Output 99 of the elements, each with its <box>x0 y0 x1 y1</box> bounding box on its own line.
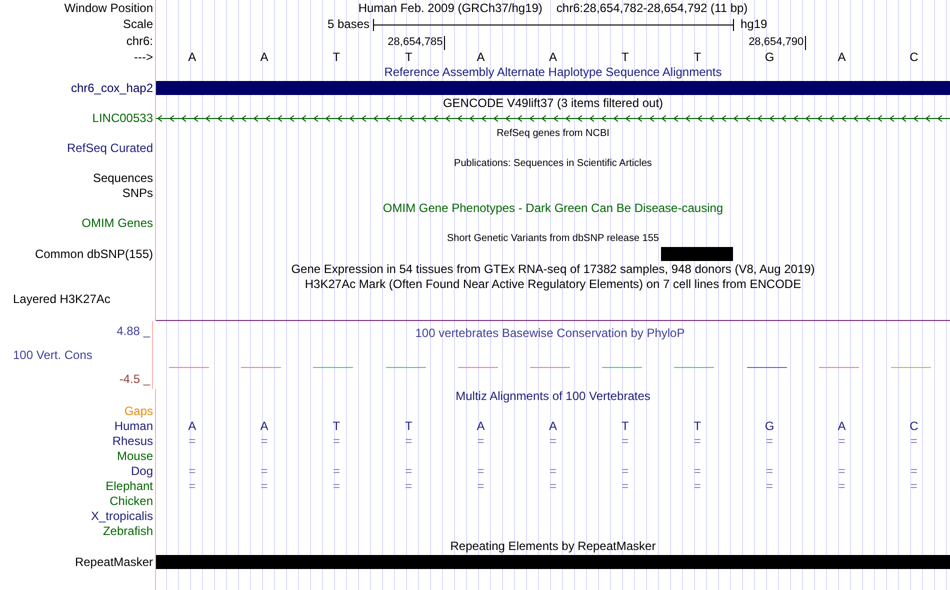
alignment-base: A <box>476 419 486 434</box>
alignment-base: = <box>765 434 774 449</box>
track-label[interactable]: Dog <box>130 464 153 479</box>
track-label[interactable]: Rhesus <box>112 434 153 449</box>
track-title: Gene Expression in 54 tissues from GTEx RNA-seq of 17382 samples, 948 donors (V8, Aug 2019) <box>291 262 815 277</box>
track-title: H3K27Ac Mark (Often Found Near Active Regulatory Elements) on 7 cell lines from ENCODE <box>304 277 802 292</box>
assembly-text: Human Feb. 2009 (GRCh37/hg19) <box>358 0 542 16</box>
alignment-base: = <box>837 464 846 479</box>
alignment-base: = <box>332 479 341 494</box>
track-label[interactable]: LINC00533 <box>92 111 153 126</box>
track-label[interactable]: Human <box>114 419 153 434</box>
alignment-base: = <box>765 464 774 479</box>
variant-block[interactable] <box>661 247 734 261</box>
base-letter: T <box>620 50 630 65</box>
alignment-base: C <box>908 419 920 434</box>
track-label[interactable]: Sequences <box>92 171 153 186</box>
alignment-base: = <box>692 434 702 449</box>
scale-text: 5 bases <box>327 17 370 32</box>
assembly-name: hg19 <box>740 17 768 32</box>
track-label[interactable]: RefSeq Curated <box>66 141 153 156</box>
alignment-base: = <box>404 434 414 449</box>
alignment-base: A <box>187 419 198 434</box>
alignment-base: = <box>837 434 846 449</box>
base-letter: A <box>259 50 270 65</box>
alignment-base: = <box>260 434 269 449</box>
track-label[interactable]: RepeatMasker <box>74 554 153 570</box>
alignment-base: = <box>692 464 702 479</box>
track-title: OMIM Gene Phenotypes - Dark Green Can Be Disease-causing <box>382 201 724 216</box>
axis-max: 4.88 _ <box>116 324 150 339</box>
track-label[interactable]: 100 Vert. Cons <box>0 348 150 363</box>
alignment-base: T <box>692 419 702 434</box>
alignment-base: = <box>909 464 918 479</box>
alignment-base: = <box>404 479 414 494</box>
alignment-base: = <box>692 479 702 494</box>
alignment-base: = <box>188 434 197 449</box>
track-title: RefSeq genes from NCBI <box>496 127 610 141</box>
alignment-base: = <box>404 464 414 479</box>
alignment-base: = <box>188 479 197 494</box>
track-label[interactable]: Chicken <box>110 494 153 509</box>
position-tick: 28,654,785 <box>388 36 445 50</box>
base-letter: A <box>548 50 558 65</box>
alignment-base: = <box>476 464 486 479</box>
base-letter: A <box>187 50 198 65</box>
track-title: Publications: Sequences in Scientific Articles <box>454 157 652 171</box>
row-label: ---> <box>134 50 153 65</box>
alignment-base: G <box>764 419 776 434</box>
track-title: GENCODE V49lift37 (3 items filtered out) <box>442 96 664 111</box>
alignment-base: = <box>909 434 918 449</box>
row-label: Window Position <box>64 0 153 16</box>
alignment-base: = <box>332 464 341 479</box>
position-tick: 28,654,790 <box>748 36 806 50</box>
alignment-bar[interactable] <box>156 81 950 95</box>
alignment-base: A <box>836 419 847 434</box>
track-title: Reference Assembly Alternate Haplotype Sequence Alignments <box>384 65 722 80</box>
track-label[interactable]: Layered H3K27Ac <box>0 292 153 307</box>
base-letter: G <box>764 50 776 65</box>
alignment-base: = <box>765 479 774 494</box>
track-label[interactable]: OMIM Genes <box>82 216 153 231</box>
alignment-base: = <box>909 479 918 494</box>
track-title: 100 vertebrates Basewise Conservation by PhyloP <box>415 326 685 340</box>
track-title: Short Genetic Variants from dbSNP release 155 <box>447 232 659 246</box>
row-label: Scale <box>122 17 153 32</box>
base-letter: C <box>908 50 920 65</box>
alignment-base: T <box>620 419 630 434</box>
position-range: chr6:28,654,782-28,654,792 (11 bp) <box>556 0 748 16</box>
track-label[interactable]: Common dbSNP(155) <box>34 246 153 262</box>
track-title: Multiz Alignments of 100 Vertebrates <box>456 389 650 404</box>
base-letter: T <box>332 50 342 65</box>
track-label[interactable]: SNPs <box>122 186 153 201</box>
alignment-base: = <box>188 464 197 479</box>
axis-min: -4.5 _ <box>119 372 150 387</box>
base-letter: T <box>692 50 702 65</box>
alignment-base: = <box>548 434 558 449</box>
alignment-base: A <box>548 419 558 434</box>
alignment-base: = <box>260 479 269 494</box>
alignment-base: = <box>548 479 558 494</box>
base-letter: A <box>476 50 486 65</box>
alignment-base: T <box>332 419 342 434</box>
alignment-base: = <box>260 464 269 479</box>
alignment-base: = <box>548 464 558 479</box>
alignment-base: = <box>837 479 846 494</box>
alignment-base: = <box>620 479 630 494</box>
alignment-base: T <box>404 419 414 434</box>
alignment-base: = <box>476 479 486 494</box>
track-label[interactable]: X_tropicalis <box>90 509 153 524</box>
alignment-base: = <box>620 434 630 449</box>
track-label[interactable]: Zebrafish <box>102 524 153 539</box>
track-label[interactable]: Elephant <box>106 479 153 494</box>
track-label[interactable]: Mouse <box>116 449 153 464</box>
base-letter: T <box>404 50 414 65</box>
alignment-base: = <box>620 464 630 479</box>
base-letter: A <box>836 50 847 65</box>
track-title: Repeating Elements by RepeatMasker <box>450 539 656 554</box>
track-label[interactable]: chr6_cox_hap2 <box>70 80 153 96</box>
alignment-base: A <box>259 419 270 434</box>
alignment-bar[interactable] <box>156 555 950 569</box>
row-label: chr6: <box>126 34 153 49</box>
alignment-base: = <box>476 434 486 449</box>
alignment-base: = <box>332 434 341 449</box>
